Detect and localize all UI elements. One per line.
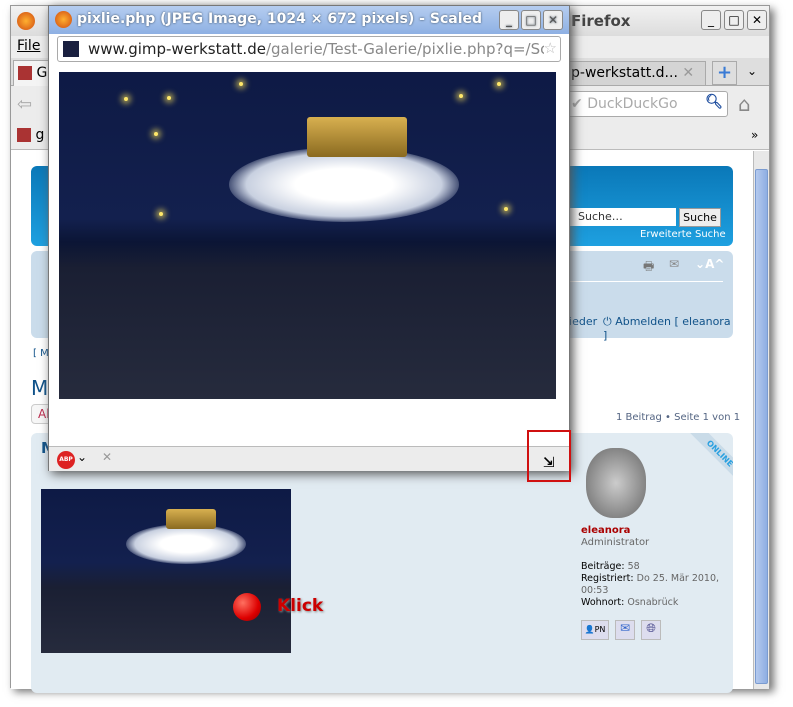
firefox-icon [17,12,35,30]
maximize-button[interactable]: □ [724,10,744,30]
chevron-down-icon[interactable]: ⌄ [77,450,87,464]
popup-title: pixlie.php (JPEG Image, 1024 × 672 pixel… [77,11,483,27]
popup-minimize-button[interactable]: _ [499,10,519,30]
post: M Klick ONLINE eleanora Administrator Be… [31,433,733,693]
tab-close-icon[interactable]: ✕ [682,65,694,81]
popup-addon-bar: ABP ⌄ ✕ [49,446,569,471]
font-size-control[interactable]: ⌄A^ [695,257,724,271]
home-icon[interactable]: ⌂ [738,92,751,116]
avatar [586,448,646,518]
pagination: 1 Beitrag • Seite 1 von 1 [616,412,741,423]
bookmark-item[interactable]: g [17,127,44,143]
close-button[interactable]: ✕ [747,10,767,30]
image-popup-window: pixlie.php (JPEG Image, 1024 × 672 pixel… [48,5,570,471]
popup-url-bar[interactable]: www.gimp-werkstatt.de/galerie/Test-Galer… [57,36,561,62]
scaled-jpeg-image[interactable] [59,72,556,399]
popup-maximize-button[interactable]: □ [521,10,541,30]
logout-link[interactable]: ⏻ Abmelden [ eleanora ] [603,315,733,342]
popup-close-button[interactable]: ✕ [543,10,563,30]
bookmarks-overflow-button[interactable]: » [751,128,758,142]
scrollbar-thumb[interactable] [755,169,768,684]
website-globe-icon[interactable]: 🌐︎ [641,620,661,640]
resize-grip-icon[interactable]: ⇲ [543,455,555,471]
favicon-icon [18,66,32,80]
username[interactable]: eleanora [581,525,630,536]
menu-file[interactable]: File [17,38,40,54]
tab-active[interactable]: G [13,60,53,86]
red-ball-marker [233,593,261,621]
close-addon-bar-icon[interactable]: ✕ [102,450,112,464]
user-details: Beiträge: 58 Registriert: Do 25. Mär 201… [581,561,720,608]
tab-list-chevron-icon[interactable]: ⌄ [747,64,757,78]
email-icon[interactable]: ✉ [615,620,635,640]
click-label: Klick [277,596,324,616]
post-image[interactable] [41,489,291,653]
private-message-button[interactable]: 👤PN [581,620,609,640]
popup-title-bar: pixlie.php (JPEG Image, 1024 × 672 pixel… [49,6,569,34]
email-icon[interactable]: ✉ [669,257,679,271]
search-input[interactable]: ✔ DuckDuckGo 🔍︎ [566,91,728,117]
favicon-icon [17,128,31,142]
forum-search-input[interactable]: Suche… [568,208,676,226]
search-icon[interactable]: 🔍︎ [705,94,723,110]
members-link[interactable]: lieder [566,315,597,328]
minimize-button[interactable]: _ [701,10,721,30]
topic-heading: M [31,376,49,400]
site-favicon-icon [63,41,79,57]
advanced-search-link[interactable]: Erweiterte Suche [640,229,726,240]
bookmark-star-icon[interactable]: ☆ [543,39,557,57]
tab[interactable]: p-werkstatt.d... ✕ [566,61,706,85]
print-icon[interactable]: 🖶 [643,257,654,278]
window-title: Firefox [571,12,631,30]
back-icon[interactable]: ⇦ [17,94,32,115]
forum-search-button[interactable]: Suche [679,208,721,227]
adblock-plus-button[interactable]: ABP [57,451,75,469]
online-badge: ONLINE [671,433,733,493]
user-rank: Administrator [581,537,650,548]
firefox-icon [55,11,72,28]
new-tab-button[interactable]: + [712,61,737,85]
